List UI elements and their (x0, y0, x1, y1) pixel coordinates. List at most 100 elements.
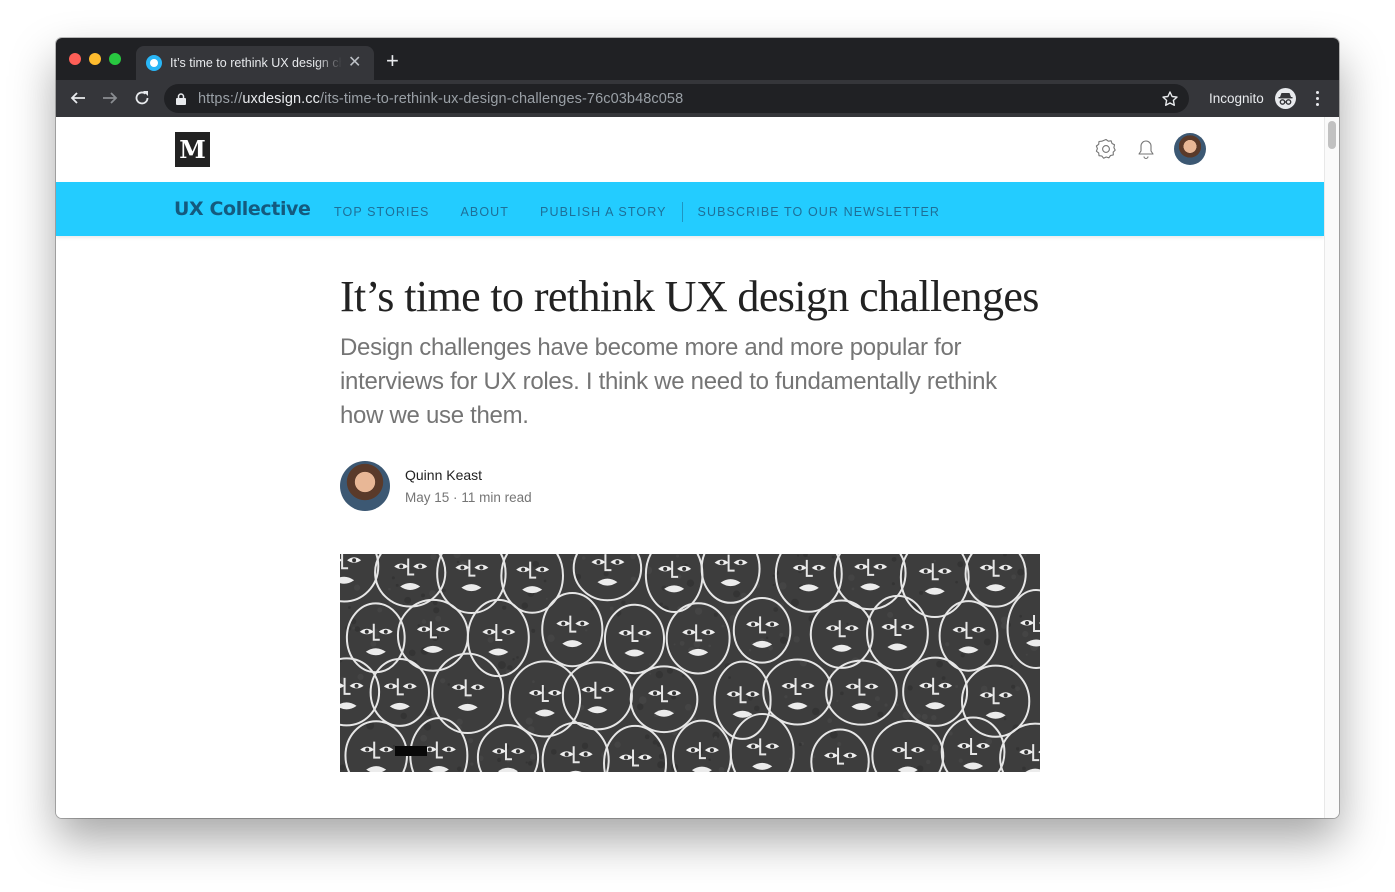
wall-texture (658, 753, 665, 760)
wall-texture (543, 579, 547, 583)
article-title: It’s time to rethink UX design challenge… (340, 272, 1039, 321)
nav-top-stories[interactable]: Top stories (334, 205, 429, 219)
address-bar[interactable]: https://uxdesign.cc/its-time-to-rethink-… (164, 84, 1189, 113)
wall-texture (797, 554, 800, 557)
wall-texture (529, 753, 536, 760)
face-drawing (999, 722, 1040, 772)
nav-publish-a-story[interactable]: Publish a story (540, 205, 667, 219)
reload-icon[interactable] (132, 88, 152, 108)
wall-texture (926, 759, 931, 765)
wall-texture (423, 723, 432, 731)
star-icon[interactable] (1161, 90, 1179, 108)
wall-texture (1003, 717, 1007, 721)
face-drawing (508, 660, 582, 738)
wall-texture (790, 598, 799, 607)
arrow-left-icon[interactable] (68, 88, 88, 108)
minimize-window-button[interactable] (89, 53, 101, 65)
wall-texture (1022, 766, 1026, 771)
wall-texture (408, 649, 416, 657)
wall-texture (354, 626, 361, 632)
wall-texture (395, 583, 399, 587)
bell-icon[interactable] (1134, 137, 1158, 161)
face-drawing (431, 652, 505, 734)
wall-texture (527, 761, 533, 766)
wall-texture (468, 737, 474, 744)
wall-texture (955, 685, 959, 688)
wall-texture (1016, 747, 1020, 751)
wall-texture (377, 607, 383, 613)
wall-texture (728, 676, 731, 680)
wall-texture (1011, 684, 1016, 689)
maximize-window-button[interactable] (109, 53, 121, 65)
wall-texture (614, 741, 621, 748)
wall-texture (435, 615, 442, 622)
wall-texture (958, 758, 963, 763)
wall-texture (497, 757, 502, 763)
medium-logo[interactable]: M (175, 132, 210, 167)
wall-texture (470, 762, 474, 766)
wall-texture (453, 554, 461, 559)
wall-texture (370, 640, 377, 647)
wall-texture (638, 696, 647, 705)
wall-texture (502, 605, 507, 610)
new-tab-button[interactable]: + (386, 50, 399, 72)
wall-texture (891, 556, 897, 562)
wall-texture (1019, 614, 1022, 618)
author-avatar[interactable] (340, 461, 390, 511)
lock-icon (176, 92, 188, 106)
article: It’s time to rethink UX design challenge… (340, 236, 1040, 772)
wall-texture (676, 554, 680, 558)
wall-texture (754, 705, 760, 712)
wall-texture (391, 576, 395, 580)
wall-texture (686, 579, 695, 587)
wall-texture (1022, 630, 1029, 638)
wall-texture (713, 736, 718, 740)
wall-texture (1025, 653, 1028, 656)
wall-texture (713, 612, 718, 617)
wall-texture (837, 742, 842, 747)
wall-texture (570, 558, 573, 562)
page-viewport: M UX Collective Top stories About Pub (56, 117, 1324, 818)
face-drawing (810, 728, 870, 772)
faces-mural-illustration (340, 554, 1040, 772)
nav-divider (681, 202, 683, 222)
face-drawing (436, 554, 507, 615)
scrollbar[interactable] (1324, 117, 1339, 818)
url-text[interactable]: https://uxdesign.cc/its-time-to-rethink-… (198, 91, 683, 107)
wall-texture (649, 672, 652, 675)
wall-texture (630, 554, 636, 560)
wall-texture (545, 597, 548, 600)
scrollbar-thumb[interactable] (1328, 121, 1336, 149)
face-drawing (340, 554, 380, 603)
wall-texture (789, 757, 792, 760)
gear-icon[interactable] (1094, 137, 1118, 161)
wall-texture (420, 734, 428, 742)
author-name[interactable]: Quinn Keast (405, 467, 532, 483)
wall-texture (907, 685, 913, 691)
face-drawing (960, 664, 1031, 738)
wall-texture (748, 648, 752, 652)
more-vert-icon[interactable] (1312, 89, 1322, 109)
nav-subscribe-newsletter[interactable]: Subscribe to our newsletter (698, 205, 940, 219)
wall-texture (417, 624, 421, 627)
close-window-button[interactable] (69, 53, 81, 65)
nav-about[interactable]: About (460, 205, 509, 219)
avatar[interactable] (1174, 133, 1206, 165)
wall-texture (392, 744, 396, 748)
tab-active[interactable]: It’s time to rethink UX design challenge… (136, 46, 374, 80)
wall-texture (590, 606, 594, 611)
wall-texture (352, 626, 356, 630)
wall-texture (831, 555, 835, 559)
wall-texture (693, 640, 701, 648)
publication-name[interactable]: UX Collective (174, 198, 311, 220)
wall-texture (793, 636, 800, 643)
wall-texture (765, 636, 769, 640)
arrow-right-icon[interactable] (100, 88, 120, 108)
wall-texture (733, 590, 741, 598)
wall-texture (779, 582, 787, 590)
url-path: /its-time-to-rethink-ux-design-challenge… (320, 90, 684, 107)
face-drawing (866, 594, 929, 672)
close-icon[interactable]: ✕ (348, 55, 361, 71)
incognito-icon[interactable] (1275, 88, 1296, 109)
wall-texture (584, 629, 588, 632)
